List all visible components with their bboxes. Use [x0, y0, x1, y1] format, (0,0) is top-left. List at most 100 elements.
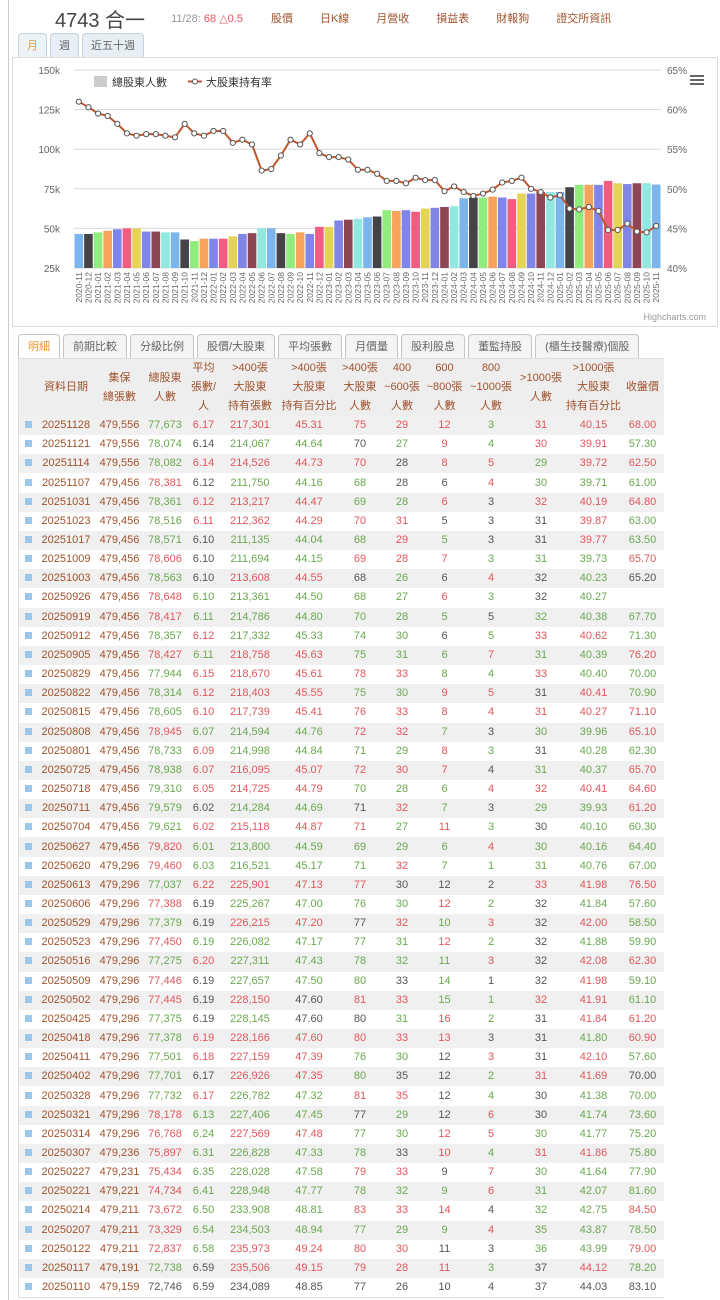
link-monthly-revenue[interactable]: 月營收 — [376, 10, 409, 26]
header-holders[interactable]: 總股東 人數 — [144, 359, 186, 416]
cell-total-shares: 479,556 — [95, 454, 144, 474]
cell-c800-1000: 4 — [466, 435, 516, 455]
tab-dividend[interactable]: 股利股息 — [401, 334, 466, 359]
link-daily-k[interactable]: 日K線 — [320, 10, 349, 26]
cell-holders: 77,275 — [144, 952, 186, 972]
header-major-pct[interactable]: >400張 大股東 持有百分比 — [279, 359, 339, 416]
tab-detail[interactable]: 明細 — [18, 334, 60, 359]
cell-c800-1000: 4 — [466, 1201, 516, 1221]
cell-total-shares: 479,456 — [95, 818, 144, 838]
cell-c600-800: 10 — [423, 1143, 466, 1164]
cell-c1000-pct: 41.74 — [566, 1105, 621, 1125]
header-c1000-pct[interactable]: >1000張 大股東 持有百分比 — [566, 359, 621, 416]
cell-avg-shares: 6.19 — [186, 1029, 221, 1049]
cell-major-shares: 216,521 — [221, 856, 279, 876]
cell-avg-shares: 6.10 — [186, 703, 221, 723]
square-icon — [24, 1129, 32, 1137]
cell-c800-1000: 4 — [466, 1143, 516, 1164]
cell-c1000-pct: 43.99 — [566, 1239, 621, 1259]
cell-c400-600: 28 — [381, 473, 423, 493]
x-tick-label: 2025-08 — [622, 272, 632, 303]
cell-c800-1000: 7 — [466, 1163, 516, 1183]
cell-major-pct: 44.87 — [279, 818, 339, 838]
cell-avg-shares: 6.54 — [186, 1220, 221, 1240]
cell-major-shares: 227,159 — [221, 1048, 279, 1068]
cell-major-pct: 44.47 — [279, 492, 339, 512]
cell-c600-800: 5 — [423, 511, 466, 531]
tab-period-compare[interactable]: 前期比較 — [63, 334, 127, 359]
bar — [584, 184, 594, 268]
tab-director-holdings[interactable]: 董監持股 — [468, 334, 533, 359]
header-major-shares[interactable]: >400張 大股東 持有張數 — [221, 359, 279, 416]
cell-c400-600: 32 — [381, 856, 423, 876]
header-total-shares[interactable]: 集保 總張數 — [95, 359, 144, 416]
cell-total-shares: 479,456 — [95, 741, 144, 761]
line-point — [287, 136, 294, 143]
cell-major-count: 80 — [339, 1239, 381, 1259]
cell-c1000-pct: 40.19 — [566, 492, 621, 512]
table-row: 20250926 479,456 78,648 6.10 213,361 44.50 68 2… — [19, 588, 664, 608]
cell-total-shares: 479,221 — [95, 1182, 144, 1202]
link-statementdog[interactable]: 財報狗 — [496, 10, 529, 26]
header-close-price[interactable]: 收盤價 — [621, 359, 664, 416]
line-point — [499, 179, 506, 186]
link-exchange-info[interactable]: 證交所資訊 — [556, 10, 611, 26]
header-major-count[interactable]: >400張 大股東 人數 — [339, 359, 381, 416]
square-icon — [24, 746, 32, 754]
cell-date: 20250606 — [37, 894, 95, 915]
header-avg-shares[interactable]: 平均 張數/人 — [186, 359, 221, 416]
cell-close-price: 62.30 — [621, 952, 664, 972]
table-row: 20251128 479,556 77,673 6.17 217,301 45.31 75 2… — [19, 416, 664, 436]
cell-c1000-count: 31 — [516, 684, 566, 704]
cell-major-count: 80 — [339, 1067, 381, 1087]
x-tick-label: 2025-10 — [642, 272, 652, 303]
cell-c600-800: 10 — [423, 1278, 466, 1298]
cell-total-shares: 479,456 — [95, 645, 144, 666]
y-right-tick: 40% — [667, 264, 687, 275]
menu-icon[interactable] — [690, 83, 704, 85]
cell-holders: 76,768 — [144, 1124, 186, 1144]
tab-week[interactable]: 週 — [50, 33, 79, 58]
cell-c1000-pct: 39.91 — [566, 435, 621, 455]
cell-close-price: 83.10 — [621, 1278, 664, 1298]
tab-monthly-volume[interactable]: 月價量 — [345, 334, 399, 359]
tab-sector-stocks[interactable]: (櫃生技醫療)個股 — [535, 334, 640, 359]
cell-major-count: 77 — [339, 914, 381, 934]
cell-c800-1000: 4 — [466, 1278, 516, 1298]
tab-avg-shares[interactable]: 平均張數 — [278, 334, 343, 359]
cell-major-count: 83 — [339, 1201, 381, 1221]
legend-point-swatch — [192, 78, 198, 85]
menu-icon[interactable] — [690, 79, 704, 81]
x-tick-label: 2023-02 — [334, 272, 344, 303]
header-date[interactable]: 資料日期 — [37, 359, 95, 416]
cell-c400-600: 32 — [381, 1182, 423, 1202]
cell-c800-1000: 1 — [466, 971, 516, 991]
cell-avg-shares: 6.31 — [186, 1143, 221, 1164]
header-c800-1000[interactable]: 800 ~1000張 人數 — [466, 359, 516, 416]
tab-price-major[interactable]: 股價/大股東 — [197, 334, 276, 359]
bar — [199, 238, 209, 268]
cell-close-price: 65.70 — [621, 760, 664, 780]
cell-major-count: 70 — [339, 454, 381, 474]
header-c400-600[interactable]: 400 ~600張 人數 — [381, 359, 423, 416]
menu-icon[interactable] — [690, 75, 704, 77]
header-c600-800[interactable]: 600 ~800張 人數 — [423, 359, 466, 416]
cell-avg-shares: 6.12 — [186, 492, 221, 512]
header-c1000-count[interactable]: >1000張 人數 — [516, 359, 566, 416]
tab-month[interactable]: 月 — [18, 33, 47, 58]
link-stock-price[interactable]: 股價 — [271, 10, 293, 26]
cell-date: 20250214 — [37, 1201, 95, 1221]
row-marker — [19, 454, 37, 474]
line-point — [210, 127, 217, 135]
link-income-statement[interactable]: 損益表 — [436, 10, 469, 26]
cell-c1000-count: 31 — [516, 1009, 566, 1029]
cell-c1000-count: 32 — [516, 971, 566, 991]
tab-last-50-weeks[interactable]: 近五十週 — [82, 33, 144, 58]
tab-level-ratio[interactable]: 分級比例 — [130, 334, 194, 359]
x-tick-label: 2024-06 — [488, 272, 498, 303]
cell-major-pct: 47.35 — [279, 1067, 339, 1087]
x-tick-label: 2021-04 — [122, 272, 132, 303]
line-point — [547, 194, 554, 201]
cell-c1000-count: 32 — [516, 990, 566, 1010]
cell-major-shares: 226,082 — [221, 933, 279, 953]
